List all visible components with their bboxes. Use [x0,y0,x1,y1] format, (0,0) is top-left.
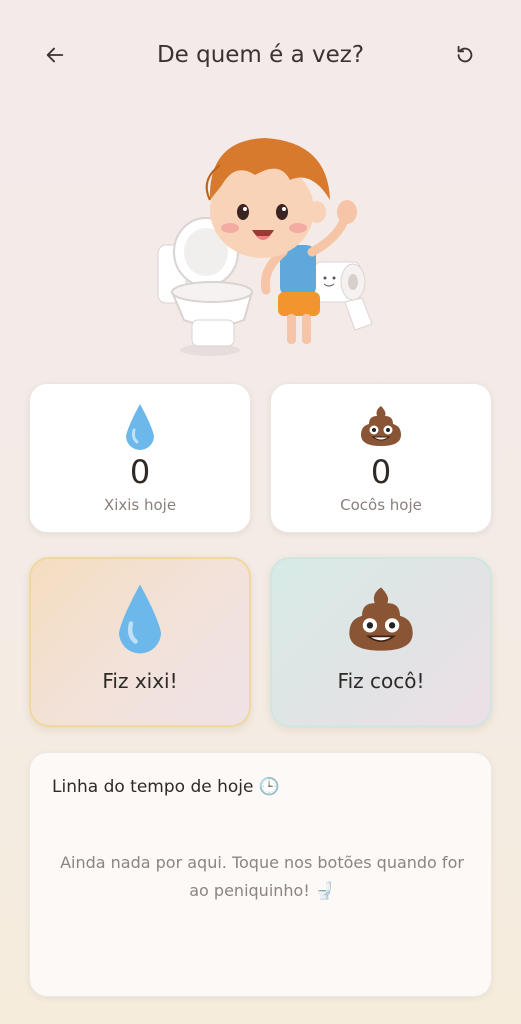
timeline-card: Linha do tempo de hoje 🕒 Ainda nada por … [29,752,492,997]
fiz-coco-label: Fiz cocô! [337,669,425,693]
fiz-xixi-button[interactable]: Fiz xixi! [29,557,251,727]
xixi-count-card: 0 Xixis hoje [29,383,251,533]
timeline-title: Linha do tempo de hoje 🕒 [52,777,281,797]
refresh-icon [457,45,473,63]
coco-count-card: 0 Cocôs hoje [270,383,492,533]
page-title: De quem é a vez? [156,42,365,68]
arrow-left-icon [46,47,64,63]
poop-icon [272,581,490,661]
fiz-xixi-label: Fiz xixi! [102,669,178,693]
coco-count-label: Cocôs hoje [340,496,422,514]
poop-icon [271,402,491,452]
fiz-coco-button[interactable]: Fiz cocô! [270,557,492,727]
droplet-icon [30,402,250,452]
xixi-count-value: 0 [129,453,151,491]
back-button[interactable] [38,38,72,72]
app-header: De quem é a vez? [0,0,521,110]
coco-count-value: 0 [370,453,392,491]
timeline-empty-message: Ainda nada por aqui. Toque nos botões qu… [60,853,464,900]
reset-button[interactable] [448,38,482,72]
droplet-icon [31,581,249,661]
xixi-count-label: Xixis hoje [103,496,177,514]
boy-toilet-illustration [140,120,380,360]
